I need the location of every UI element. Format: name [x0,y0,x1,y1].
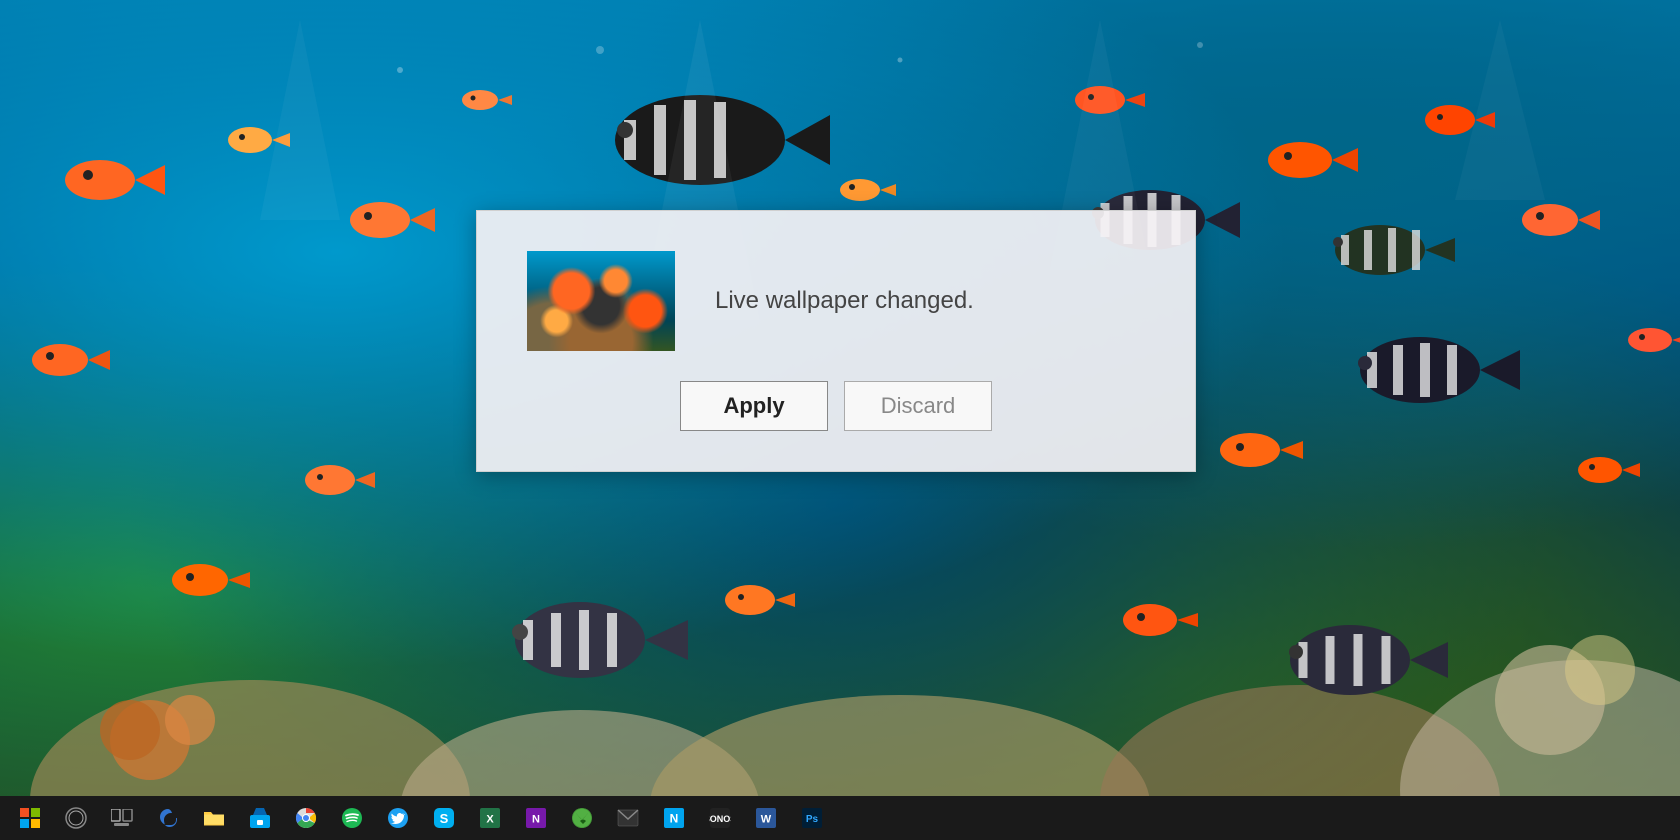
wallpaper-thumbnail [527,251,675,351]
xbox-button[interactable] [560,796,604,840]
photoshop-button[interactable]: Ps [790,796,834,840]
svg-text:W: W [761,814,772,826]
chrome-button[interactable] [284,796,328,840]
excel-icon: X [479,807,501,829]
sonos-icon: SONOS [709,807,731,829]
dialog-message: Live wallpaper changed. [715,287,974,315]
cortana-icon [65,807,87,829]
taskview-icon [111,809,133,827]
dialog-content: Live wallpaper changed. [527,251,1145,351]
mail-icon [617,809,639,827]
task-view-button[interactable] [100,796,144,840]
svg-text:Ps: Ps [806,814,819,825]
chrome-icon [295,807,317,829]
cortana-search-button[interactable] [54,796,98,840]
windows-logo-icon [20,808,40,828]
word-button[interactable]: W [744,796,788,840]
edge-browser-button[interactable] [146,796,190,840]
dialog-buttons: Apply Discard [527,381,1145,431]
word-icon: W [755,807,777,829]
sonos-button[interactable]: SONOS [698,796,742,840]
skype-button[interactable]: S [422,796,466,840]
notepad-button[interactable]: N [652,796,696,840]
wallpaper-change-dialog: Live wallpaper changed. Apply Discard [476,210,1196,472]
svg-text:N: N [532,814,540,826]
svg-text:X: X [486,814,494,826]
store-icon [249,807,271,829]
svg-text:N: N [670,812,679,826]
spotify-icon [341,807,363,829]
taskbar: S X N N [0,796,1680,840]
apply-button[interactable]: Apply [680,381,828,431]
svg-text:SONOS: SONOS [709,814,731,824]
notepad-icon: N [663,807,685,829]
spotify-button[interactable] [330,796,374,840]
xbox-icon [571,807,593,829]
photoshop-icon: Ps [801,807,823,829]
onenote-button[interactable]: N [514,796,558,840]
twitter-icon [387,807,409,829]
discard-button[interactable]: Discard [844,381,992,431]
onenote-icon: N [525,807,547,829]
windows-start-button[interactable] [8,796,52,840]
mail-button[interactable] [606,796,650,840]
microsoft-store-button[interactable] [238,796,282,840]
thumbnail-image [527,251,675,351]
edge-icon [157,807,179,829]
twitter-button[interactable] [376,796,420,840]
file-explorer-button[interactable] [192,796,236,840]
excel-button[interactable]: X [468,796,512,840]
skype-icon: S [433,807,455,829]
folder-icon [202,808,226,828]
svg-text:S: S [440,811,449,826]
